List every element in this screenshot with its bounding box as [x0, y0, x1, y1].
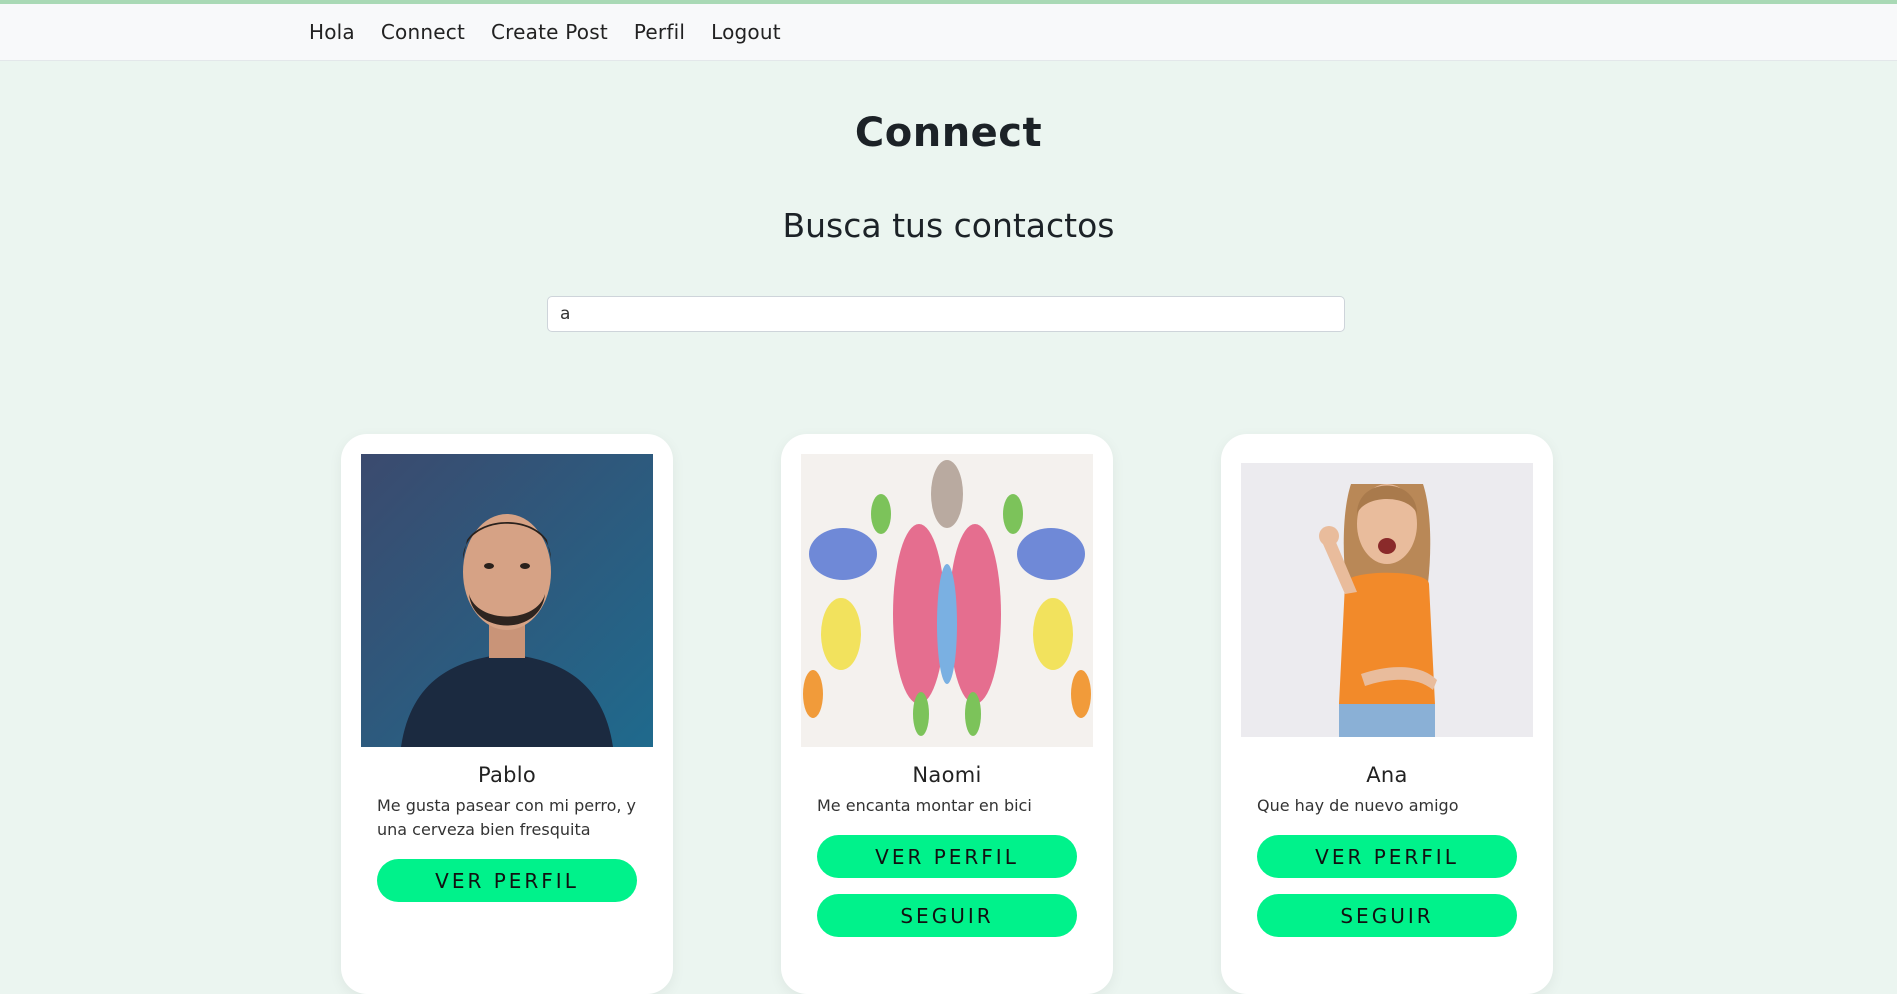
view-profile-button[interactable]: VER PERFIL [377, 859, 637, 902]
navbar: Hola Connect Create Post Perfil Logout [0, 4, 1897, 61]
ink-blot-photo [801, 454, 1093, 747]
view-profile-button[interactable]: VER PERFIL [1257, 835, 1517, 878]
nav-links: Hola Connect Create Post Perfil Logout [309, 4, 781, 60]
nav-link-hola[interactable]: Hola [309, 20, 355, 44]
nav-link-create-post[interactable]: Create Post [491, 20, 608, 44]
nav-link-connect[interactable]: Connect [381, 20, 465, 44]
nav-link-perfil[interactable]: Perfil [634, 20, 685, 44]
contact-bio: Que hay de nuevo amigo [1257, 796, 1459, 815]
man-portrait-photo [361, 454, 653, 747]
page-title: Connect [854, 110, 1043, 156]
contact-bio: Me encanta montar en bici [817, 796, 1032, 815]
contact-bio: Me gusta pasear con mi perro, y una cerv… [377, 796, 637, 839]
contact-card-ana: Ana Que hay de nuevo amigo VER PERFIL SE… [1221, 434, 1553, 994]
contact-name: Ana [1366, 763, 1408, 787]
contact-name: Naomi [912, 763, 982, 787]
woman-portrait-photo [1241, 454, 1533, 747]
page-subtitle: Busca tus contactos [782, 206, 1115, 245]
follow-button[interactable]: SEGUIR [1257, 894, 1517, 937]
search-input[interactable] [547, 296, 1345, 332]
contact-name: Pablo [477, 763, 537, 787]
contact-card-naomi: Naomi Me encanta montar en bici VER PERF… [781, 434, 1113, 994]
contact-card-pablo: Pablo Me gusta pasear con mi perro, y un… [341, 434, 673, 994]
nav-link-logout[interactable]: Logout [711, 20, 781, 44]
follow-button[interactable]: SEGUIR [817, 894, 1077, 937]
view-profile-button[interactable]: VER PERFIL [817, 835, 1077, 878]
